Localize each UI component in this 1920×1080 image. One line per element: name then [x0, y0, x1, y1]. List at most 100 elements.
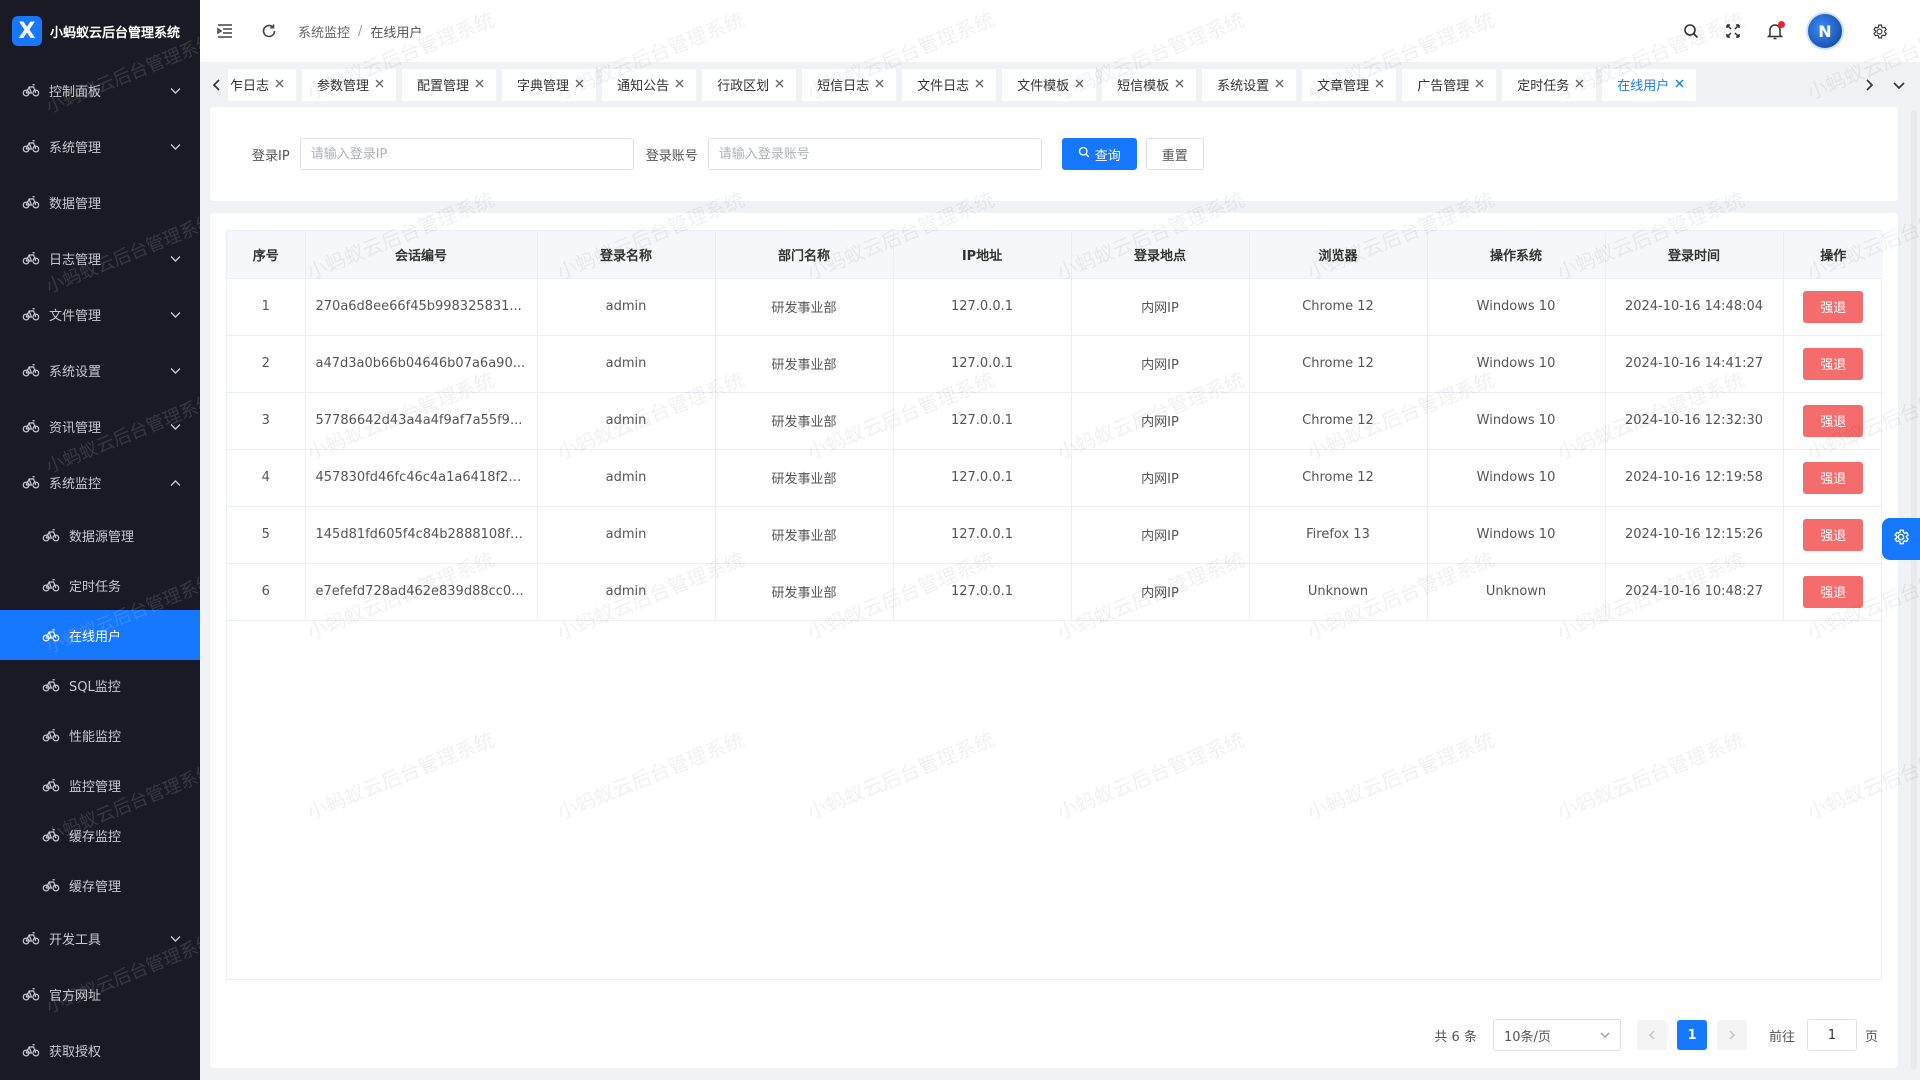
- bell-icon[interactable]: [1764, 20, 1786, 42]
- tab-label: 短信日志: [817, 79, 870, 94]
- gear-icon[interactable]: [1868, 20, 1890, 42]
- close-icon[interactable]: [1275, 77, 1284, 92]
- cell-session: e7efefd728ad462e839d88cc0...: [305, 563, 538, 621]
- force-logout-button[interactable]: 强退: [1803, 461, 1864, 494]
- force-logout-button[interactable]: 强退: [1803, 347, 1864, 380]
- tab-label: 字典管理: [517, 79, 570, 94]
- cell-session: 57786642d43a4a4f9af7a55f9...: [305, 392, 538, 450]
- login-ip-input[interactable]: [299, 138, 634, 170]
- force-logout-button[interactable]: 强退: [1803, 404, 1864, 437]
- sidebar-item-sub[interactable]: 在线用户: [0, 610, 200, 660]
- sidebar-item-main[interactable]: 文件管理: [0, 286, 200, 342]
- tab-item[interactable]: 通知公告: [602, 68, 697, 101]
- sidebar-item-sub[interactable]: 定时任务: [0, 560, 200, 610]
- tab-item[interactable]: 定时任务: [1502, 68, 1597, 101]
- sidebar-item-sub[interactable]: 缓存监控: [0, 810, 200, 860]
- close-icon[interactable]: [575, 77, 584, 92]
- tab-item[interactable]: 在线用户: [1602, 68, 1697, 101]
- tab-item[interactable]: 文章管理: [1302, 68, 1397, 101]
- close-icon[interactable]: [1575, 77, 1584, 92]
- close-icon[interactable]: [375, 77, 384, 92]
- chevron-down-icon: [170, 308, 182, 320]
- floating-settings-button[interactable]: [1882, 518, 1920, 560]
- tab-item[interactable]: 配置管理: [402, 68, 497, 101]
- force-logout-button[interactable]: 强退: [1803, 290, 1864, 323]
- top-header: 系统监控 / 在线用户 N: [200, 0, 1920, 62]
- close-icon[interactable]: [1375, 77, 1384, 92]
- close-icon[interactable]: [675, 77, 684, 92]
- close-icon[interactable]: [1675, 77, 1684, 92]
- close-icon[interactable]: [1075, 77, 1084, 92]
- logo[interactable]: X 小蚂蚁云后台管理系统: [0, 0, 200, 62]
- fullscreen-icon[interactable]: [1722, 20, 1744, 42]
- cell-no: 6: [227, 563, 306, 621]
- column-header: 登录地点: [1071, 231, 1250, 279]
- login-account-input[interactable]: [707, 138, 1042, 170]
- tab-item[interactable]: 短信日志: [802, 68, 897, 101]
- close-icon[interactable]: [875, 77, 884, 92]
- cell-action: 强退: [1783, 392, 1883, 450]
- sidebar-item-main[interactable]: 系统管理: [0, 118, 200, 174]
- reset-button[interactable]: 重置: [1145, 138, 1204, 170]
- goto-page-input[interactable]: [1806, 1019, 1857, 1051]
- sidebar-item-label: 缓存监控: [69, 829, 122, 845]
- tabs-scroll-left-icon[interactable]: [206, 70, 228, 100]
- cell-dept: 研发事业部: [715, 335, 894, 393]
- tab-item[interactable]: 文件日志: [902, 68, 997, 101]
- cell-browser: Chrome 12: [1249, 392, 1428, 450]
- avatar[interactable]: N: [1806, 12, 1844, 50]
- page-number-button[interactable]: 1: [1676, 1020, 1707, 1050]
- sidebar-item-main[interactable]: 数据管理: [0, 174, 200, 230]
- column-header: 登录时间: [1605, 231, 1784, 279]
- page-scrollbar[interactable]: [1911, 110, 1917, 1070]
- sidebar-item-main[interactable]: 资讯管理: [0, 398, 200, 454]
- tabs-scroll-right-icon[interactable]: [1858, 70, 1880, 100]
- sidebar-item-sub[interactable]: 缓存管理: [0, 860, 200, 910]
- sidebar-item-label: 定时任务: [69, 579, 122, 595]
- prev-page-button[interactable]: [1636, 1020, 1667, 1050]
- sidebar-item-sub[interactable]: 性能监控: [0, 710, 200, 760]
- tab-label: 通知公告: [617, 79, 670, 94]
- force-logout-button[interactable]: 强退: [1803, 575, 1864, 608]
- tab-item[interactable]: 系统设置: [1202, 68, 1297, 101]
- sidebar-item-main[interactable]: 控制面板: [0, 62, 200, 118]
- sidebar-item-sub[interactable]: 数据源管理: [0, 510, 200, 560]
- sidebar-item-main[interactable]: 官方网址: [0, 966, 200, 1022]
- sidebar-item-main[interactable]: 系统监控: [0, 454, 200, 510]
- page-size-select[interactable]: 10条/页: [1492, 1019, 1621, 1051]
- close-icon[interactable]: [475, 77, 484, 92]
- cell-location: 内网IP: [1071, 563, 1250, 621]
- refresh-icon[interactable]: [258, 20, 280, 42]
- tab-item[interactable]: 短信模板: [1102, 68, 1197, 101]
- sidebar-item-main[interactable]: 日志管理: [0, 230, 200, 286]
- force-logout-button[interactable]: 强退: [1803, 518, 1864, 551]
- tabs-dropdown-icon[interactable]: [1888, 70, 1910, 100]
- breadcrumb-item-parent[interactable]: 系统监控: [298, 22, 350, 41]
- close-icon[interactable]: [1475, 77, 1484, 92]
- query-button[interactable]: 查询: [1061, 138, 1137, 170]
- tab-item[interactable]: 字典管理: [502, 68, 597, 101]
- sidebar-item-main[interactable]: 系统设置: [0, 342, 200, 398]
- sidebar-item-main[interactable]: 获取授权: [0, 1022, 200, 1078]
- close-icon[interactable]: [1175, 77, 1184, 92]
- next-page-button[interactable]: [1716, 1020, 1747, 1050]
- tab-item[interactable]: 广告管理: [1402, 68, 1497, 101]
- column-header: 登录名称: [537, 231, 716, 279]
- tab-item[interactable]: 文件模板: [1002, 68, 1097, 101]
- sidebar-item-sub[interactable]: SQL监控: [0, 660, 200, 710]
- search-icon[interactable]: [1680, 20, 1702, 42]
- tab-item[interactable]: 参数管理: [302, 68, 397, 101]
- page-jumper: 前往 页: [1769, 1019, 1878, 1051]
- sidebar-item-main[interactable]: 开发工具: [0, 910, 200, 966]
- menu-fold-icon[interactable]: [214, 20, 236, 42]
- tab-item[interactable]: 乍日志: [228, 68, 297, 101]
- tab-label: 乍日志: [230, 79, 270, 94]
- close-icon[interactable]: [975, 77, 984, 92]
- close-icon[interactable]: [775, 77, 784, 92]
- close-icon[interactable]: [275, 77, 284, 92]
- table-row: 3 57786642d43a4a4f9af7a55f9... admin 研发事业部 1…: [227, 392, 1883, 450]
- tab-item[interactable]: 行政区划: [702, 68, 797, 101]
- app-title: 小蚂蚁云后台管理系统: [50, 25, 181, 41]
- sidebar-item-sub[interactable]: 监控管理: [0, 760, 200, 810]
- bicycle-icon: [22, 929, 40, 947]
